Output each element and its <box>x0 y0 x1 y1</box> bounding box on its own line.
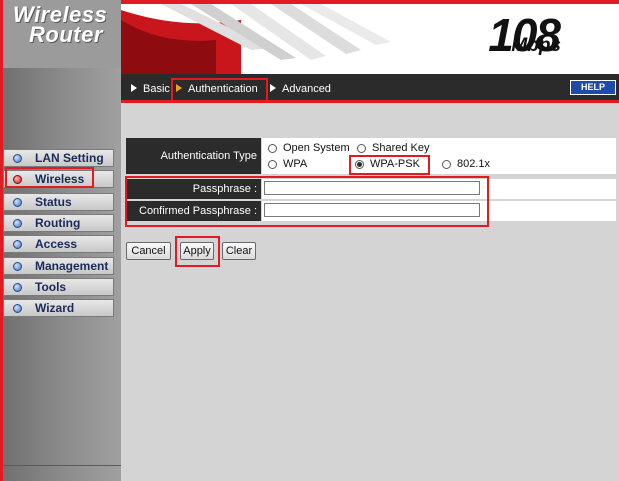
highlight-wireless <box>5 167 94 188</box>
bullet-icon <box>13 198 22 207</box>
help-button[interactable]: HELP <box>570 80 616 95</box>
sidebar-item-label: Management <box>35 259 109 273</box>
highlight-authentication <box>171 78 268 102</box>
bullet-icon <box>13 219 22 228</box>
sidebar-item-label: Status <box>35 195 72 209</box>
sidebar-item-access[interactable]: Access <box>3 235 114 253</box>
highlight-wpa-psk <box>349 155 430 175</box>
sidebar-item-label: Wizard <box>35 301 75 315</box>
sidebar-item-wizard[interactable]: Wizard <box>3 299 114 317</box>
clear-button[interactable]: Clear <box>222 242 256 260</box>
logo-line-2: Router <box>29 22 103 47</box>
sidebar-item-label: LAN Setting <box>35 151 104 165</box>
nav-advanced[interactable]: Advanced <box>282 83 331 95</box>
option-open-system-label: Open System <box>283 142 350 154</box>
bullet-icon <box>13 240 22 249</box>
bullet-icon <box>13 262 22 271</box>
bullet-icon <box>13 154 22 163</box>
option-802-1x-label: 802.1x <box>457 158 491 170</box>
option-shared-key-label: Shared Key <box>372 142 430 154</box>
sidebar-item-tools[interactable]: Tools <box>3 278 114 296</box>
radio-802-1x[interactable] <box>442 160 451 169</box>
highlight-apply <box>175 236 220 267</box>
speed-unit: Mbps <box>511 35 561 56</box>
bullet-icon <box>13 304 22 313</box>
arrow-right-icon <box>270 84 276 92</box>
sidebar-item-label: Tools <box>35 280 67 294</box>
cancel-button[interactable]: Cancel <box>126 242 171 260</box>
sidebar-item-lan-setting[interactable]: LAN Setting <box>3 149 114 167</box>
sidebar-item-label: Routing <box>35 216 81 230</box>
sidebar-item-routing[interactable]: Routing <box>3 214 114 232</box>
radio-wpa[interactable] <box>268 160 277 169</box>
logo: Wireless Router <box>3 0 121 68</box>
bullet-icon <box>13 283 22 292</box>
auth-type-label-cell: Authentication Type <box>126 138 261 174</box>
radio-open-system[interactable] <box>268 144 277 153</box>
radio-shared-key[interactable] <box>357 144 366 153</box>
arrow-right-icon <box>131 84 137 92</box>
divider <box>3 465 121 466</box>
sidebar-item-management[interactable]: Management <box>3 257 114 275</box>
sidebar-item-status[interactable]: Status <box>3 193 114 211</box>
auth-type-options: Open System Shared Key WPA WPA-PSK 802.1… <box>262 138 616 174</box>
nav-basic[interactable]: Basic <box>143 83 170 95</box>
banner-top-red <box>121 0 619 4</box>
highlight-passphrase-fields <box>125 176 489 227</box>
sidebar-item-label: Access <box>35 237 78 251</box>
option-wpa-label: WPA <box>283 158 308 170</box>
auth-type-label: Authentication Type <box>160 150 257 162</box>
